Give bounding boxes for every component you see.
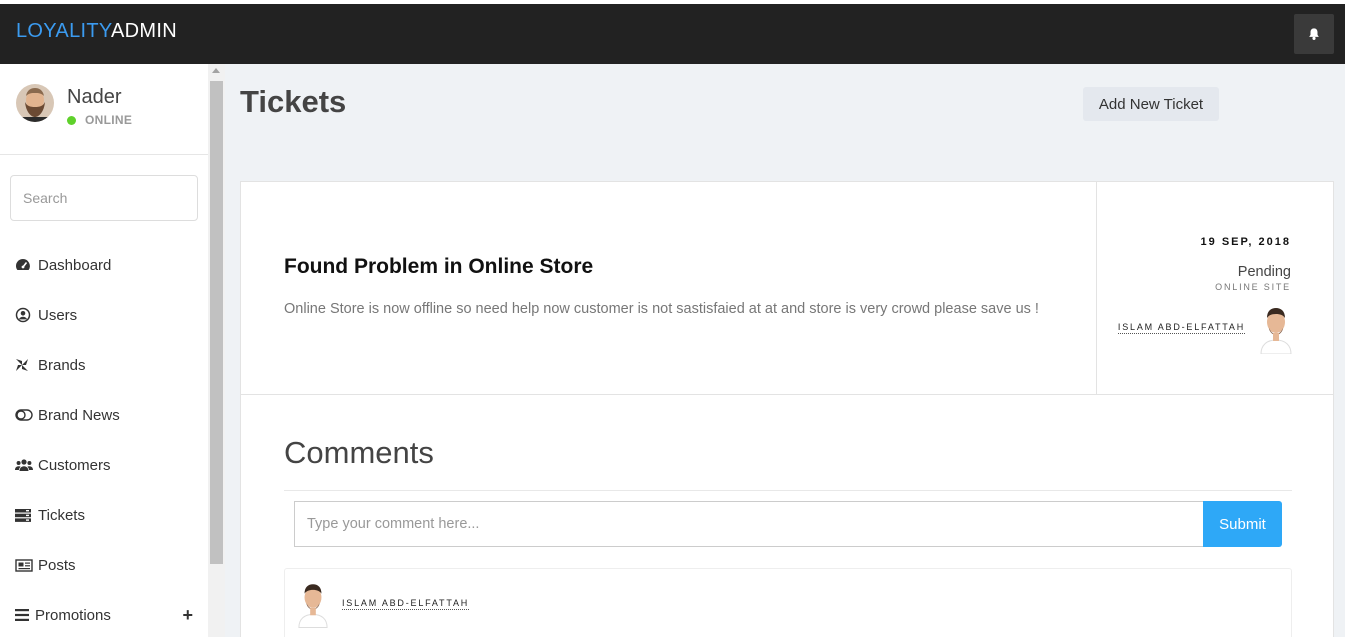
bars-icon bbox=[15, 609, 32, 621]
page-title: Tickets bbox=[240, 84, 347, 119]
toggle-icon bbox=[15, 409, 35, 421]
divider bbox=[284, 490, 1292, 491]
scroll-up-arrow-icon[interactable] bbox=[212, 68, 220, 73]
sidebar-item-label: Tickets bbox=[38, 506, 85, 524]
server-icon bbox=[15, 508, 35, 522]
expand-plus-icon[interactable]: + bbox=[182, 605, 193, 626]
sidebar-item-dashboard[interactable]: Dashboard bbox=[0, 240, 208, 290]
ticket-source: ONLINE SITE bbox=[1215, 282, 1291, 292]
sidebar: Nader ONLINE Dashboard Users Brands bbox=[0, 64, 208, 637]
newspaper-icon bbox=[15, 558, 35, 572]
ticket-title: Found Problem in Online Store bbox=[284, 255, 594, 278]
sidebar-item-posts[interactable]: Posts bbox=[0, 540, 208, 590]
user-name: Nader bbox=[67, 86, 122, 108]
sidebar-item-label: Brand News bbox=[38, 406, 120, 424]
assignee-avatar[interactable] bbox=[1259, 304, 1293, 355]
user-avatar[interactable] bbox=[16, 84, 54, 122]
sidebar-item-users[interactable]: Users bbox=[0, 290, 208, 340]
comment-item: ISLAM ABD-ELFATTAH bbox=[284, 568, 1292, 637]
sidebar-item-label: Promotions bbox=[35, 606, 111, 624]
bell-icon bbox=[1309, 28, 1319, 40]
ticket-status: Pending bbox=[1237, 264, 1291, 280]
sidebar-item-brand-news[interactable]: Brand News bbox=[0, 390, 208, 440]
pinwheel-icon bbox=[15, 358, 35, 372]
app-logo[interactable]: LOYALITYADMIN bbox=[16, 20, 177, 43]
ticket-description: Online Store is now offline so need help… bbox=[284, 301, 1039, 317]
ticket-card: Found Problem in Online Store Online Sto… bbox=[240, 181, 1334, 395]
sidebar-item-label: Brands bbox=[38, 356, 86, 374]
comments-section: Comments Submit ISLAM ABD-ELFATTAH bbox=[240, 395, 1334, 637]
sidebar-search-input[interactable] bbox=[10, 175, 198, 221]
sidebar-item-label: Users bbox=[38, 306, 78, 324]
ticket-meta: 19 SEP, 2018 Pending ONLINE SITE ISLAM A… bbox=[1096, 182, 1333, 394]
user-circle-icon bbox=[15, 307, 35, 323]
dashboard-icon bbox=[15, 258, 35, 272]
users-icon bbox=[15, 458, 35, 472]
ticket-assignee-name[interactable]: ISLAM ABD-ELFATTAH bbox=[1117, 322, 1245, 334]
online-indicator bbox=[67, 115, 76, 125]
ticket-date: 19 SEP, 2018 bbox=[1200, 236, 1291, 248]
brand-name-part1: LOYALITY bbox=[16, 20, 112, 42]
user-profile: Nader ONLINE bbox=[0, 64, 208, 155]
submit-comment-button[interactable]: Submit bbox=[1203, 501, 1282, 547]
notifications-button[interactable] bbox=[1294, 14, 1334, 54]
user-status: ONLINE bbox=[67, 113, 132, 127]
ticket-main: Found Problem in Online Store Online Sto… bbox=[241, 182, 1096, 394]
sidebar-item-label: Customers bbox=[38, 456, 111, 474]
sidebar-item-label: Posts bbox=[38, 556, 76, 574]
comments-heading: Comments bbox=[284, 435, 434, 470]
top-navbar: LOYALITYADMIN bbox=[0, 0, 1345, 64]
brand-name-part2: ADMIN bbox=[111, 20, 177, 42]
sidebar-nav: Dashboard Users Brands Brand News Custom… bbox=[0, 240, 208, 637]
user-status-label: ONLINE bbox=[85, 113, 133, 127]
sidebar-scrollbar[interactable] bbox=[208, 64, 225, 637]
comment-author-name[interactable]: ISLAM ABD-ELFATTAH bbox=[342, 598, 470, 610]
sidebar-item-tickets[interactable]: Tickets bbox=[0, 490, 208, 540]
sidebar-item-customers[interactable]: Customers bbox=[0, 440, 208, 490]
sidebar-item-label: Dashboard bbox=[38, 256, 112, 274]
sidebar-item-promotions[interactable]: Promotions + bbox=[0, 590, 208, 637]
comment-author-avatar[interactable] bbox=[297, 579, 329, 629]
sidebar-item-brands[interactable]: Brands bbox=[0, 340, 208, 390]
scrollbar-thumb[interactable] bbox=[210, 81, 223, 564]
add-new-ticket-button[interactable]: Add New Ticket bbox=[1083, 87, 1219, 121]
comment-input[interactable] bbox=[294, 501, 1204, 547]
